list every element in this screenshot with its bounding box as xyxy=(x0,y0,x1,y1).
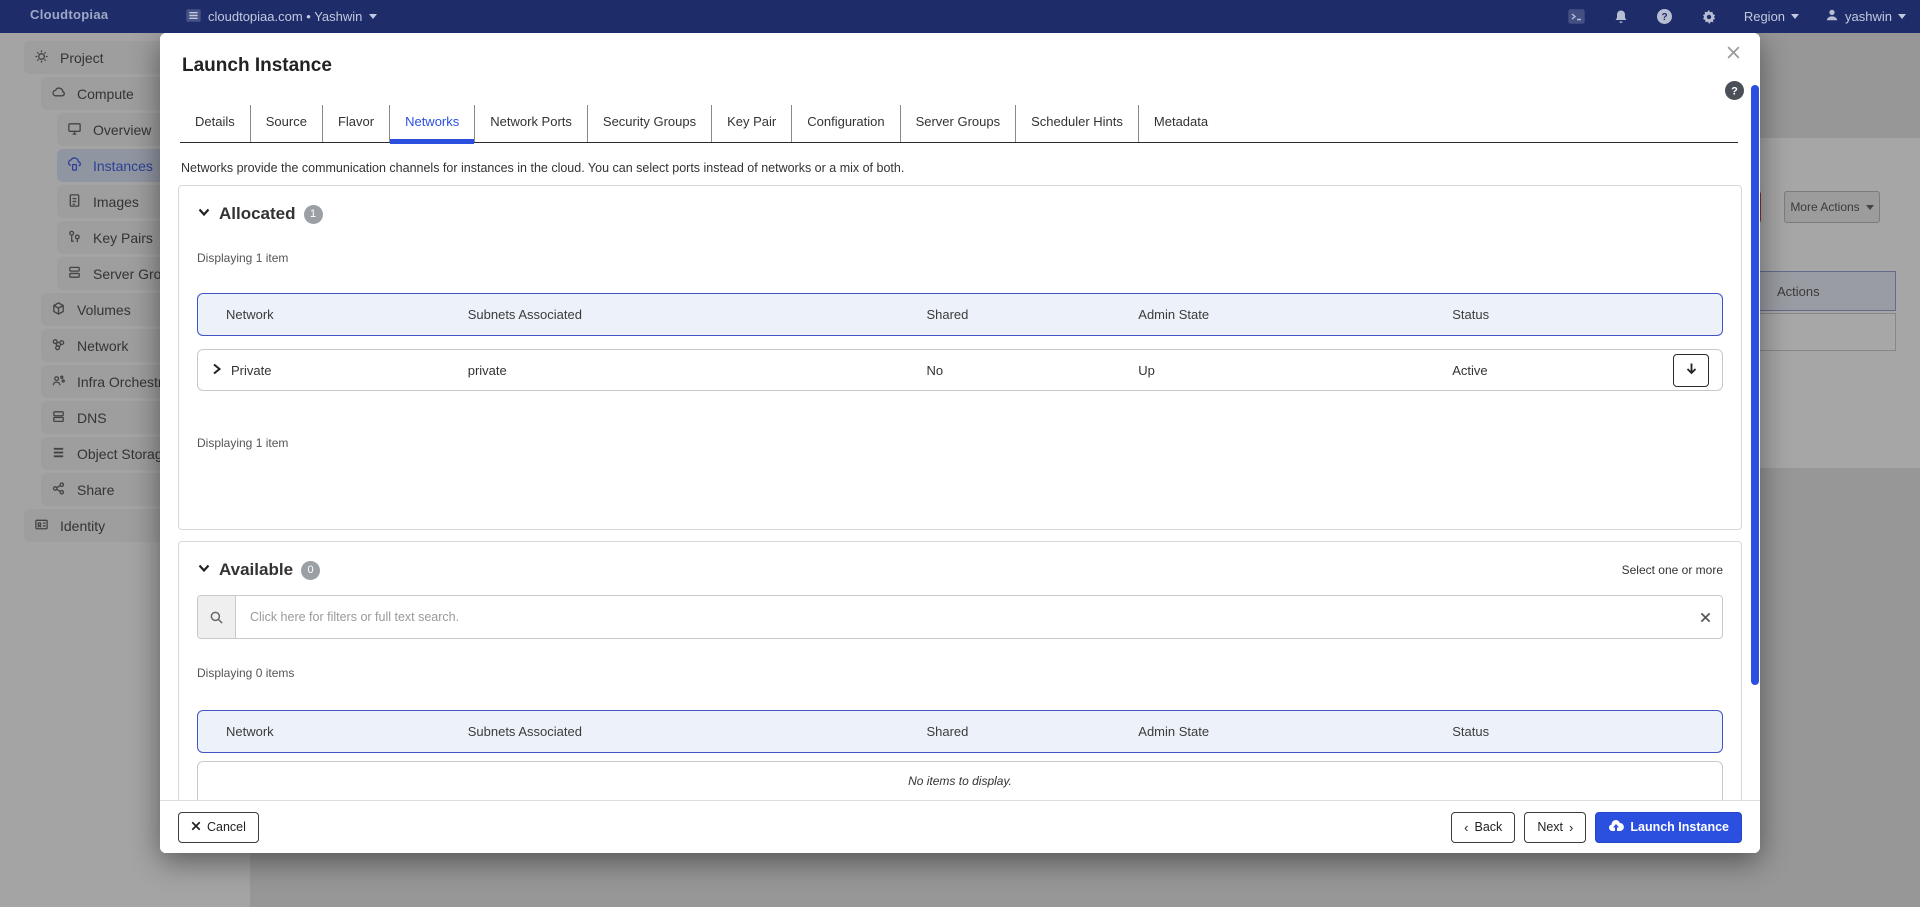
allocated-displaying-text: Displaying 1 item xyxy=(197,251,1723,265)
tab-configuration[interactable]: Configuration xyxy=(792,105,900,142)
available-displaying-text: Displaying 0 items xyxy=(197,666,1723,680)
cloud-upload-icon xyxy=(1608,819,1624,835)
tab-server-groups[interactable]: Server Groups xyxy=(901,105,1017,142)
user-label: yashwin xyxy=(1845,9,1892,24)
allocated-table-header: Network Subnets Associated Shared Admin … xyxy=(197,293,1723,336)
column-header-admin-state: Admin State xyxy=(1138,307,1452,322)
tab-metadata[interactable]: Metadata xyxy=(1139,105,1223,142)
modal-scrollbar[interactable] xyxy=(1751,85,1759,685)
chevron-down-icon[interactable] xyxy=(197,205,211,224)
cancel-label: Cancel xyxy=(207,820,246,834)
tab-details[interactable]: Details xyxy=(180,105,251,142)
settings-gear-icon[interactable] xyxy=(1700,8,1718,26)
clear-search-icon[interactable] xyxy=(1688,596,1722,638)
cancel-button[interactable]: Cancel xyxy=(178,812,259,843)
project-switcher[interactable]: cloudtopiaa.com • Yashwin xyxy=(186,0,377,33)
svg-text:?: ? xyxy=(1662,12,1668,23)
next-label: Next xyxy=(1537,820,1563,834)
region-label: Region xyxy=(1744,9,1785,24)
tab-network-ports[interactable]: Network Ports xyxy=(475,105,588,142)
allocated-count-badge: 1 xyxy=(304,205,323,224)
tab-source[interactable]: Source xyxy=(251,105,323,142)
close-icon[interactable] xyxy=(1722,41,1744,63)
region-dropdown[interactable]: Region xyxy=(1744,9,1799,24)
tab-security-groups[interactable]: Security Groups xyxy=(588,105,712,142)
brand-logo: Cloudtopiaa xyxy=(30,7,108,22)
tab-key-pair[interactable]: Key Pair xyxy=(712,105,792,142)
cell-admin-state: Up xyxy=(1138,363,1452,378)
bell-icon[interactable] xyxy=(1612,8,1630,26)
tab-flavor[interactable]: Flavor xyxy=(323,105,390,142)
allocated-panel: Allocated 1 Displaying 1 item Network Su… xyxy=(178,185,1742,530)
help-icon[interactable]: ? xyxy=(1656,8,1674,26)
deallocate-button[interactable] xyxy=(1673,354,1709,387)
chevron-right-icon[interactable] xyxy=(211,363,222,378)
modal-help-icon[interactable]: ? xyxy=(1725,81,1744,100)
back-label: Back xyxy=(1475,820,1503,834)
network-filter-bar xyxy=(197,595,1723,639)
chevron-down-icon xyxy=(369,14,377,19)
chevron-left-icon: ‹ xyxy=(1464,820,1468,835)
column-header-network: Network xyxy=(198,307,468,322)
chevron-right-icon: › xyxy=(1569,820,1573,835)
svg-text:?: ? xyxy=(1731,86,1738,98)
allocated-network-row: Private private No Up Active xyxy=(197,349,1723,391)
next-button[interactable]: Next › xyxy=(1524,812,1586,843)
wizard-tabs: Details Source Flavor Networks Network P… xyxy=(180,105,1738,143)
launch-instance-modal: Launch Instance ? Details Source Flavor … xyxy=(160,33,1760,853)
launch-label: Launch Instance xyxy=(1630,820,1729,834)
column-header-subnets: Subnets Associated xyxy=(468,724,927,739)
list-icon xyxy=(186,9,201,25)
terminal-icon[interactable] xyxy=(1568,8,1586,26)
modal-footer: Cancel ‹ Back Next › Launch Instance xyxy=(160,800,1760,853)
select-hint: Select one or more xyxy=(1622,563,1723,577)
column-header-admin-state: Admin State xyxy=(1138,724,1452,739)
column-header-shared: Shared xyxy=(926,724,1138,739)
cell-network-name: Private xyxy=(231,363,271,378)
cell-subnets: private xyxy=(468,363,927,378)
available-title: Available xyxy=(219,560,293,580)
allocated-displaying-footer: Displaying 1 item xyxy=(197,436,1723,450)
column-header-status: Status xyxy=(1452,307,1722,322)
column-header-network: Network xyxy=(198,724,468,739)
search-input[interactable] xyxy=(236,596,1688,638)
modal-title: Launch Instance xyxy=(182,55,332,77)
user-menu[interactable]: yashwin xyxy=(1825,8,1906,25)
tab-networks[interactable]: Networks xyxy=(390,105,475,142)
search-icon xyxy=(198,596,236,638)
topbar: Cloudtopiaa cloudtopiaa.com • Yashwin ? … xyxy=(0,0,1920,33)
chevron-down-icon xyxy=(1898,14,1906,19)
x-icon xyxy=(191,820,201,834)
user-icon xyxy=(1825,8,1839,25)
cell-shared: No xyxy=(926,363,1138,378)
column-header-status: Status xyxy=(1452,724,1722,739)
column-header-shared: Shared xyxy=(926,307,1138,322)
tab-scheduler-hints[interactable]: Scheduler Hints xyxy=(1016,105,1139,142)
chevron-down-icon[interactable] xyxy=(197,561,211,580)
chevron-down-icon xyxy=(1791,14,1799,19)
column-header-subnets: Subnets Associated xyxy=(468,307,927,322)
available-table-header: Network Subnets Associated Shared Admin … xyxy=(197,710,1723,753)
back-button[interactable]: ‹ Back xyxy=(1451,812,1515,843)
launch-instance-button[interactable]: Launch Instance xyxy=(1595,812,1742,843)
project-switcher-label: cloudtopiaa.com • Yashwin xyxy=(208,9,362,24)
arrow-down-icon xyxy=(1685,362,1698,379)
tab-description: Networks provide the communication chann… xyxy=(181,161,904,175)
allocated-title: Allocated xyxy=(219,204,296,224)
available-count-badge: 0 xyxy=(301,561,320,580)
